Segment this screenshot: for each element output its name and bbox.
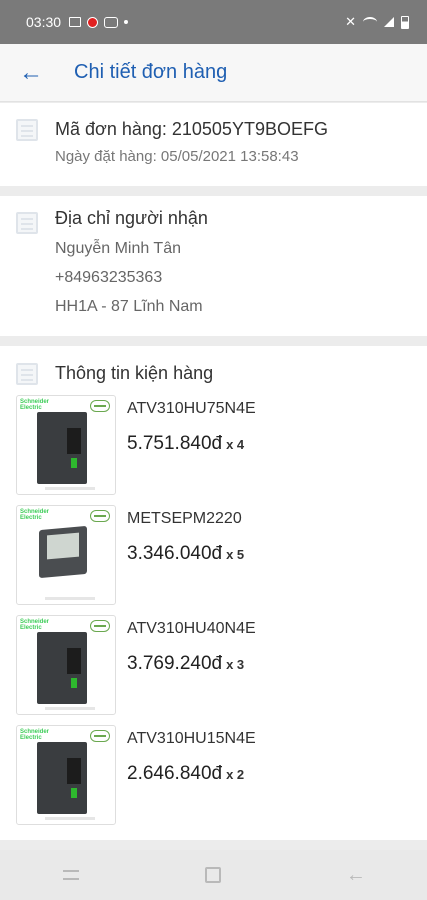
product-price: 3.346.040đ — [127, 543, 223, 564]
mute-icon: ✕ — [345, 14, 356, 29]
product-quantity: x 2 — [226, 767, 245, 782]
address-document-icon — [16, 212, 38, 234]
back-button[interactable]: ← — [0, 44, 62, 102]
recipient-street: HH1A - 87 Lĩnh Nam — [55, 298, 203, 315]
signal-icon — [384, 17, 394, 27]
app-bar: ← Chi tiết đơn hàng — [0, 44, 427, 102]
product-item[interactable]: Schneider Electric ATV310HU40N4E 3.769.24… — [16, 615, 416, 715]
product-quantity: x 5 — [226, 547, 245, 562]
home-button[interactable] — [183, 855, 243, 895]
wifi-icon — [363, 17, 377, 27]
address-title: Địa chỉ người nhận — [55, 208, 208, 228]
product-name: ATV310HU15N4E — [127, 730, 256, 747]
recipient-phone: +84963235363 — [55, 269, 163, 286]
system-back-button[interactable]: ← — [326, 855, 386, 895]
order-info-section: Mã đơn hàng: 210505YT9BOEFG Ngày đặt hàn… — [0, 103, 427, 186]
recipient-name: Nguyễn Minh Tân — [55, 240, 181, 257]
brand-logo: Schneider Electric — [20, 509, 50, 521]
eco-label-icon — [90, 730, 110, 742]
notification-app-icon — [87, 16, 99, 28]
gallery-icon — [69, 17, 82, 27]
battery-icon — [401, 15, 409, 29]
order-code: Mã đơn hàng: 210505YT9BOEFG — [55, 119, 328, 139]
package-title: Thông tin kiện hàng — [55, 363, 214, 383]
product-price-line: 3.346.040đ x 5 — [127, 543, 244, 565]
product-price: 3.769.240đ — [127, 653, 223, 674]
page-title: Chi tiết đơn hàng — [74, 61, 228, 83]
eco-label-icon — [90, 400, 110, 412]
brand-logo: Schneider Electric — [20, 729, 50, 741]
product-name: ATV310HU75N4E — [127, 400, 256, 417]
product-price: 2.646.840đ — [127, 763, 223, 784]
more-notifications-icon — [124, 20, 129, 24]
product-thumbnail: Schneider Electric — [16, 615, 116, 715]
product-thumbnail: Schneider Electric — [16, 725, 116, 825]
status-bar: 03:30 ✕ — [0, 0, 427, 44]
drive-device-image — [37, 632, 87, 704]
order-document-icon — [16, 119, 38, 141]
package-info-section: Thông tin kiện hàng Schneider Electric AT… — [0, 346, 427, 840]
order-date: Ngày đặt hàng: 05/05/2021 13:58:43 — [55, 148, 299, 165]
recent-apps-button[interactable] — [41, 855, 101, 895]
drive-device-image — [37, 742, 87, 814]
product-price-line: 5.751.840đ x 4 — [127, 433, 244, 455]
power-meter-image — [39, 525, 87, 579]
system-navigation-bar: ← — [0, 850, 427, 900]
brand-logo: Schneider Electric — [20, 399, 50, 411]
recipient-address-section: Địa chỉ người nhận Nguyễn Minh Tân +8496… — [0, 196, 427, 336]
eco-label-icon — [90, 510, 110, 522]
product-quantity: x 3 — [226, 657, 245, 672]
home-icon — [205, 867, 222, 883]
product-name: METSEPM2220 — [127, 510, 242, 527]
product-thumbnail: Schneider Electric — [16, 395, 116, 495]
product-price: 5.751.840đ — [127, 433, 223, 454]
product-name: ATV310HU40N4E — [127, 620, 256, 637]
product-thumbnail: Schneider Electric — [16, 505, 116, 605]
eco-label-icon — [90, 620, 110, 632]
recent-apps-icon — [63, 870, 80, 880]
package-document-icon — [16, 363, 38, 385]
drive-device-image — [37, 412, 87, 484]
product-item[interactable]: Schneider Electric METSEPM2220 3.346.040đ… — [16, 505, 416, 605]
product-item[interactable]: Schneider Electric ATV310HU15N4E 2.646.84… — [16, 725, 416, 825]
chat-app-icon — [104, 16, 119, 28]
product-item[interactable]: Schneider Electric ATV310HU75N4E 5.751.84… — [16, 395, 416, 495]
back-arrow-icon: ← — [19, 58, 43, 86]
system-back-icon: ← — [345, 863, 366, 886]
product-price-line: 2.646.840đ x 2 — [127, 763, 244, 785]
status-time: 03:30 — [26, 14, 62, 30]
brand-logo: Schneider Electric — [20, 619, 50, 631]
product-price-line: 3.769.240đ x 3 — [127, 653, 244, 675]
product-quantity: x 4 — [226, 437, 245, 452]
